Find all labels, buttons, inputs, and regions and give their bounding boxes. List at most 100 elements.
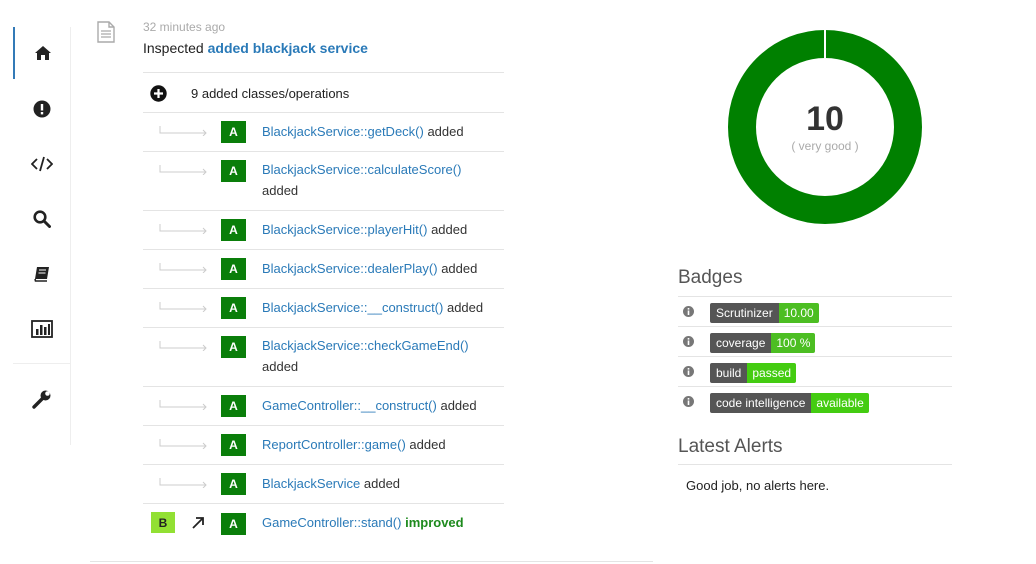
alerts-title: Latest Alerts (678, 436, 783, 457)
sidebar-item-issues[interactable] (13, 83, 71, 135)
divider (90, 561, 653, 562)
list-item: A BlackjackService::playerHit() added (143, 210, 504, 249)
sidebar-item-settings[interactable] (13, 373, 71, 425)
info-icon[interactable] (683, 305, 694, 320)
tree-connector-icon (159, 398, 209, 413)
grade-badge: A (221, 121, 246, 143)
badge-row: build passed (678, 356, 952, 386)
changes-list: 9 added classes/operations A BlackjackSe… (143, 72, 504, 543)
item-text: ReportController::game() added (262, 434, 446, 455)
tree-connector-icon (159, 163, 209, 178)
list-item: A BlackjackService::calculateScore() adde… (143, 151, 504, 210)
item-status: added (440, 398, 477, 413)
list-item: A ReportController::game() added (143, 425, 504, 464)
search-icon (33, 210, 51, 228)
tree-connector-icon (159, 437, 209, 452)
improved-item: B A GameController::stand() improved (143, 503, 504, 543)
item-link[interactable]: GameController::stand() (262, 515, 401, 530)
grade-badge: A (221, 219, 246, 241)
inspection-title: Inspected added blackjack service (143, 40, 368, 56)
item-status: added (409, 437, 446, 452)
badge-value: 100 % (771, 333, 816, 353)
tree-connector-icon (159, 300, 209, 315)
item-link[interactable]: BlackjackService::getDeck() (262, 124, 424, 139)
arrow-up-right-icon (192, 516, 205, 532)
badge-shield[interactable]: coverage 100 % (710, 333, 816, 353)
list-item: A BlackjackService added (143, 464, 504, 503)
inspection-link[interactable]: added blackjack service (208, 40, 368, 56)
sidebar-divider (13, 363, 71, 364)
badge-row: code intelligence available (678, 386, 952, 416)
badge-value: passed (747, 363, 797, 383)
tree-connector-icon (159, 261, 209, 276)
grade-badge: A (221, 513, 246, 535)
item-status: added (446, 300, 484, 315)
item-status: improved (405, 515, 464, 530)
item-text: GameController::__construct() added (262, 395, 477, 416)
sidebar (13, 27, 71, 445)
badge-key: code intelligence (710, 393, 812, 413)
alerts-message: Good job, no alerts here. (678, 464, 952, 493)
grade-badge: A (221, 473, 246, 495)
exclamation-circle-icon (33, 100, 51, 118)
item-status: added (427, 124, 464, 139)
item-text: BlackjackService::getDeck() added (262, 121, 464, 142)
changes-summary-row[interactable]: 9 added classes/operations (143, 72, 504, 112)
item-link[interactable]: BlackjackService::__construct() (262, 300, 443, 315)
grade-badge: A (221, 258, 246, 280)
tree-connector-icon (159, 339, 209, 354)
item-text: BlackjackService::playerHit() added (262, 219, 467, 240)
badge-key: Scrutinizer (710, 303, 779, 323)
badge-row: Scrutinizer 10.00 (678, 296, 952, 326)
item-status: added (363, 476, 401, 491)
badge-shield[interactable]: Scrutinizer 10.00 (710, 303, 819, 323)
badge-value: available (811, 393, 869, 413)
quality-score-value: 10 (806, 100, 844, 138)
list-item: A BlackjackService::dealerPlay() added (143, 249, 504, 288)
sidebar-item-statistics[interactable] (13, 303, 71, 355)
item-text: BlackjackService::dealerPlay() added (262, 258, 477, 279)
item-link[interactable]: GameController::__construct() (262, 398, 437, 413)
item-text: BlackjackService added (262, 473, 400, 494)
badge-shield[interactable]: build passed (710, 363, 797, 383)
wrench-icon (32, 389, 52, 409)
badge-value: 10.00 (778, 303, 819, 323)
badge-key: build (710, 363, 748, 383)
item-status: added (262, 183, 299, 198)
item-text: BlackjackService::calculateScore()added (262, 159, 492, 201)
sidebar-item-search[interactable] (13, 193, 71, 245)
item-link[interactable]: BlackjackService::checkGameEnd() (262, 338, 469, 353)
list-item: A BlackjackService::__construct() added (143, 288, 504, 327)
badge-row: coverage 100 % (678, 326, 952, 356)
list-item: A BlackjackService::getDeck() added (143, 112, 504, 151)
item-link[interactable]: BlackjackService (262, 476, 360, 491)
badge-key: coverage (710, 333, 772, 353)
item-text: BlackjackService::checkGameEnd()added (262, 335, 492, 377)
badges-list: Scrutinizer 10.00 coverage 100 % build pass… (678, 296, 952, 416)
inspection-time: 32 minutes ago (143, 20, 226, 34)
list-item: A BlackjackService::checkGameEnd() added (143, 327, 504, 386)
bar-chart-icon (31, 320, 53, 338)
code-icon (31, 156, 53, 172)
changes-summary-text: 9 added classes/operations (191, 86, 350, 101)
item-link[interactable]: ReportController::game() (262, 437, 406, 452)
plus-circle-icon[interactable] (150, 85, 167, 105)
sidebar-item-home[interactable] (13, 27, 71, 79)
badge-shield[interactable]: code intelligence available (710, 393, 869, 413)
book-icon (33, 265, 51, 283)
item-text: BlackjackService::__construct() added (262, 297, 483, 318)
item-status: added (262, 359, 299, 374)
info-icon[interactable] (683, 365, 694, 380)
item-link[interactable]: BlackjackService::calculateScore() (262, 162, 461, 177)
info-icon[interactable] (683, 395, 694, 410)
sidebar-item-book[interactable] (13, 248, 71, 300)
grade-badge: A (221, 297, 246, 319)
tree-connector-icon (159, 124, 209, 139)
item-link[interactable]: BlackjackService::dealerPlay() (262, 261, 438, 276)
sidebar-item-code[interactable] (13, 138, 71, 190)
info-icon[interactable] (683, 335, 694, 350)
item-link[interactable]: BlackjackService::playerHit() (262, 222, 427, 237)
item-status: added (441, 261, 478, 276)
tree-connector-icon (159, 222, 209, 237)
list-item: A GameController::__construct() added (143, 386, 504, 425)
